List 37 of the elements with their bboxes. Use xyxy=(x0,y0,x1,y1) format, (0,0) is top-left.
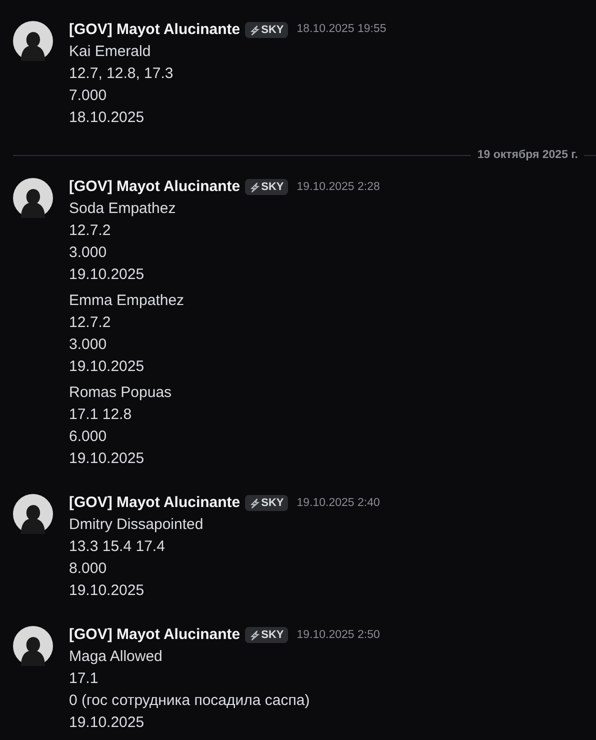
timestamp: 19.10.2025 2:50 xyxy=(296,628,380,643)
server-tag[interactable]: SKY xyxy=(245,495,288,512)
author-name[interactable]: [GOV] Mayot Alucinante xyxy=(69,18,240,42)
message-line: Soda Empathez xyxy=(69,199,177,220)
date-divider: 19 октября 2025 г. xyxy=(476,148,579,163)
message-line: 3.000 xyxy=(69,243,108,264)
message-line: 19.10.2025 xyxy=(69,357,146,378)
message-line: 12.7.2 xyxy=(69,313,112,334)
author-name[interactable]: [GOV] Mayot Alucinante xyxy=(69,624,240,646)
message-line: 8.000 xyxy=(69,559,108,580)
message-line: 12.7.2 xyxy=(69,221,112,242)
server-tag[interactable]: SKY xyxy=(245,627,288,644)
message-line: 0 (гос сотрудника посадила саспа) xyxy=(69,691,311,712)
message-line: 17.1 xyxy=(69,669,100,690)
message-line: 3.000 xyxy=(69,335,108,356)
timestamp: 18.10.2025 19:55 xyxy=(296,22,386,38)
message-line: 13.3 15.4 17.4 xyxy=(69,537,166,558)
message-line: 18.10.2025 xyxy=(69,108,146,128)
message-line: Maga Allowed xyxy=(69,647,164,668)
timestamp: 19.10.2025 2:28 xyxy=(296,180,380,195)
message-line: Dmitry Dissapointed xyxy=(69,515,204,536)
author-name[interactable]: [GOV] Mayot Alucinante xyxy=(69,492,240,514)
message-line: 19.10.2025 xyxy=(69,713,146,734)
message-line: Kai Emerald xyxy=(69,42,152,62)
message-line: 7.000 xyxy=(69,86,108,106)
author-name[interactable]: [GOV] Mayot Alucinante xyxy=(69,176,240,198)
message-line: 19.10.2025 xyxy=(69,265,146,286)
server-tag[interactable]: SKY xyxy=(245,22,288,38)
message-line: 19.10.2025 xyxy=(69,449,146,470)
message-line: 17.1 12.8 xyxy=(69,405,133,426)
message-line: 19.10.2025 xyxy=(69,581,146,602)
message-line: Romas Popuas xyxy=(69,383,173,404)
server-tag[interactable]: SKY xyxy=(245,179,288,196)
message-line: 6.000 xyxy=(69,427,108,448)
message-line: Emma Empathez xyxy=(69,291,186,312)
message-line: 12.7, 12.8, 17.3 xyxy=(69,64,174,84)
timestamp: 19.10.2025 2:40 xyxy=(296,496,380,511)
